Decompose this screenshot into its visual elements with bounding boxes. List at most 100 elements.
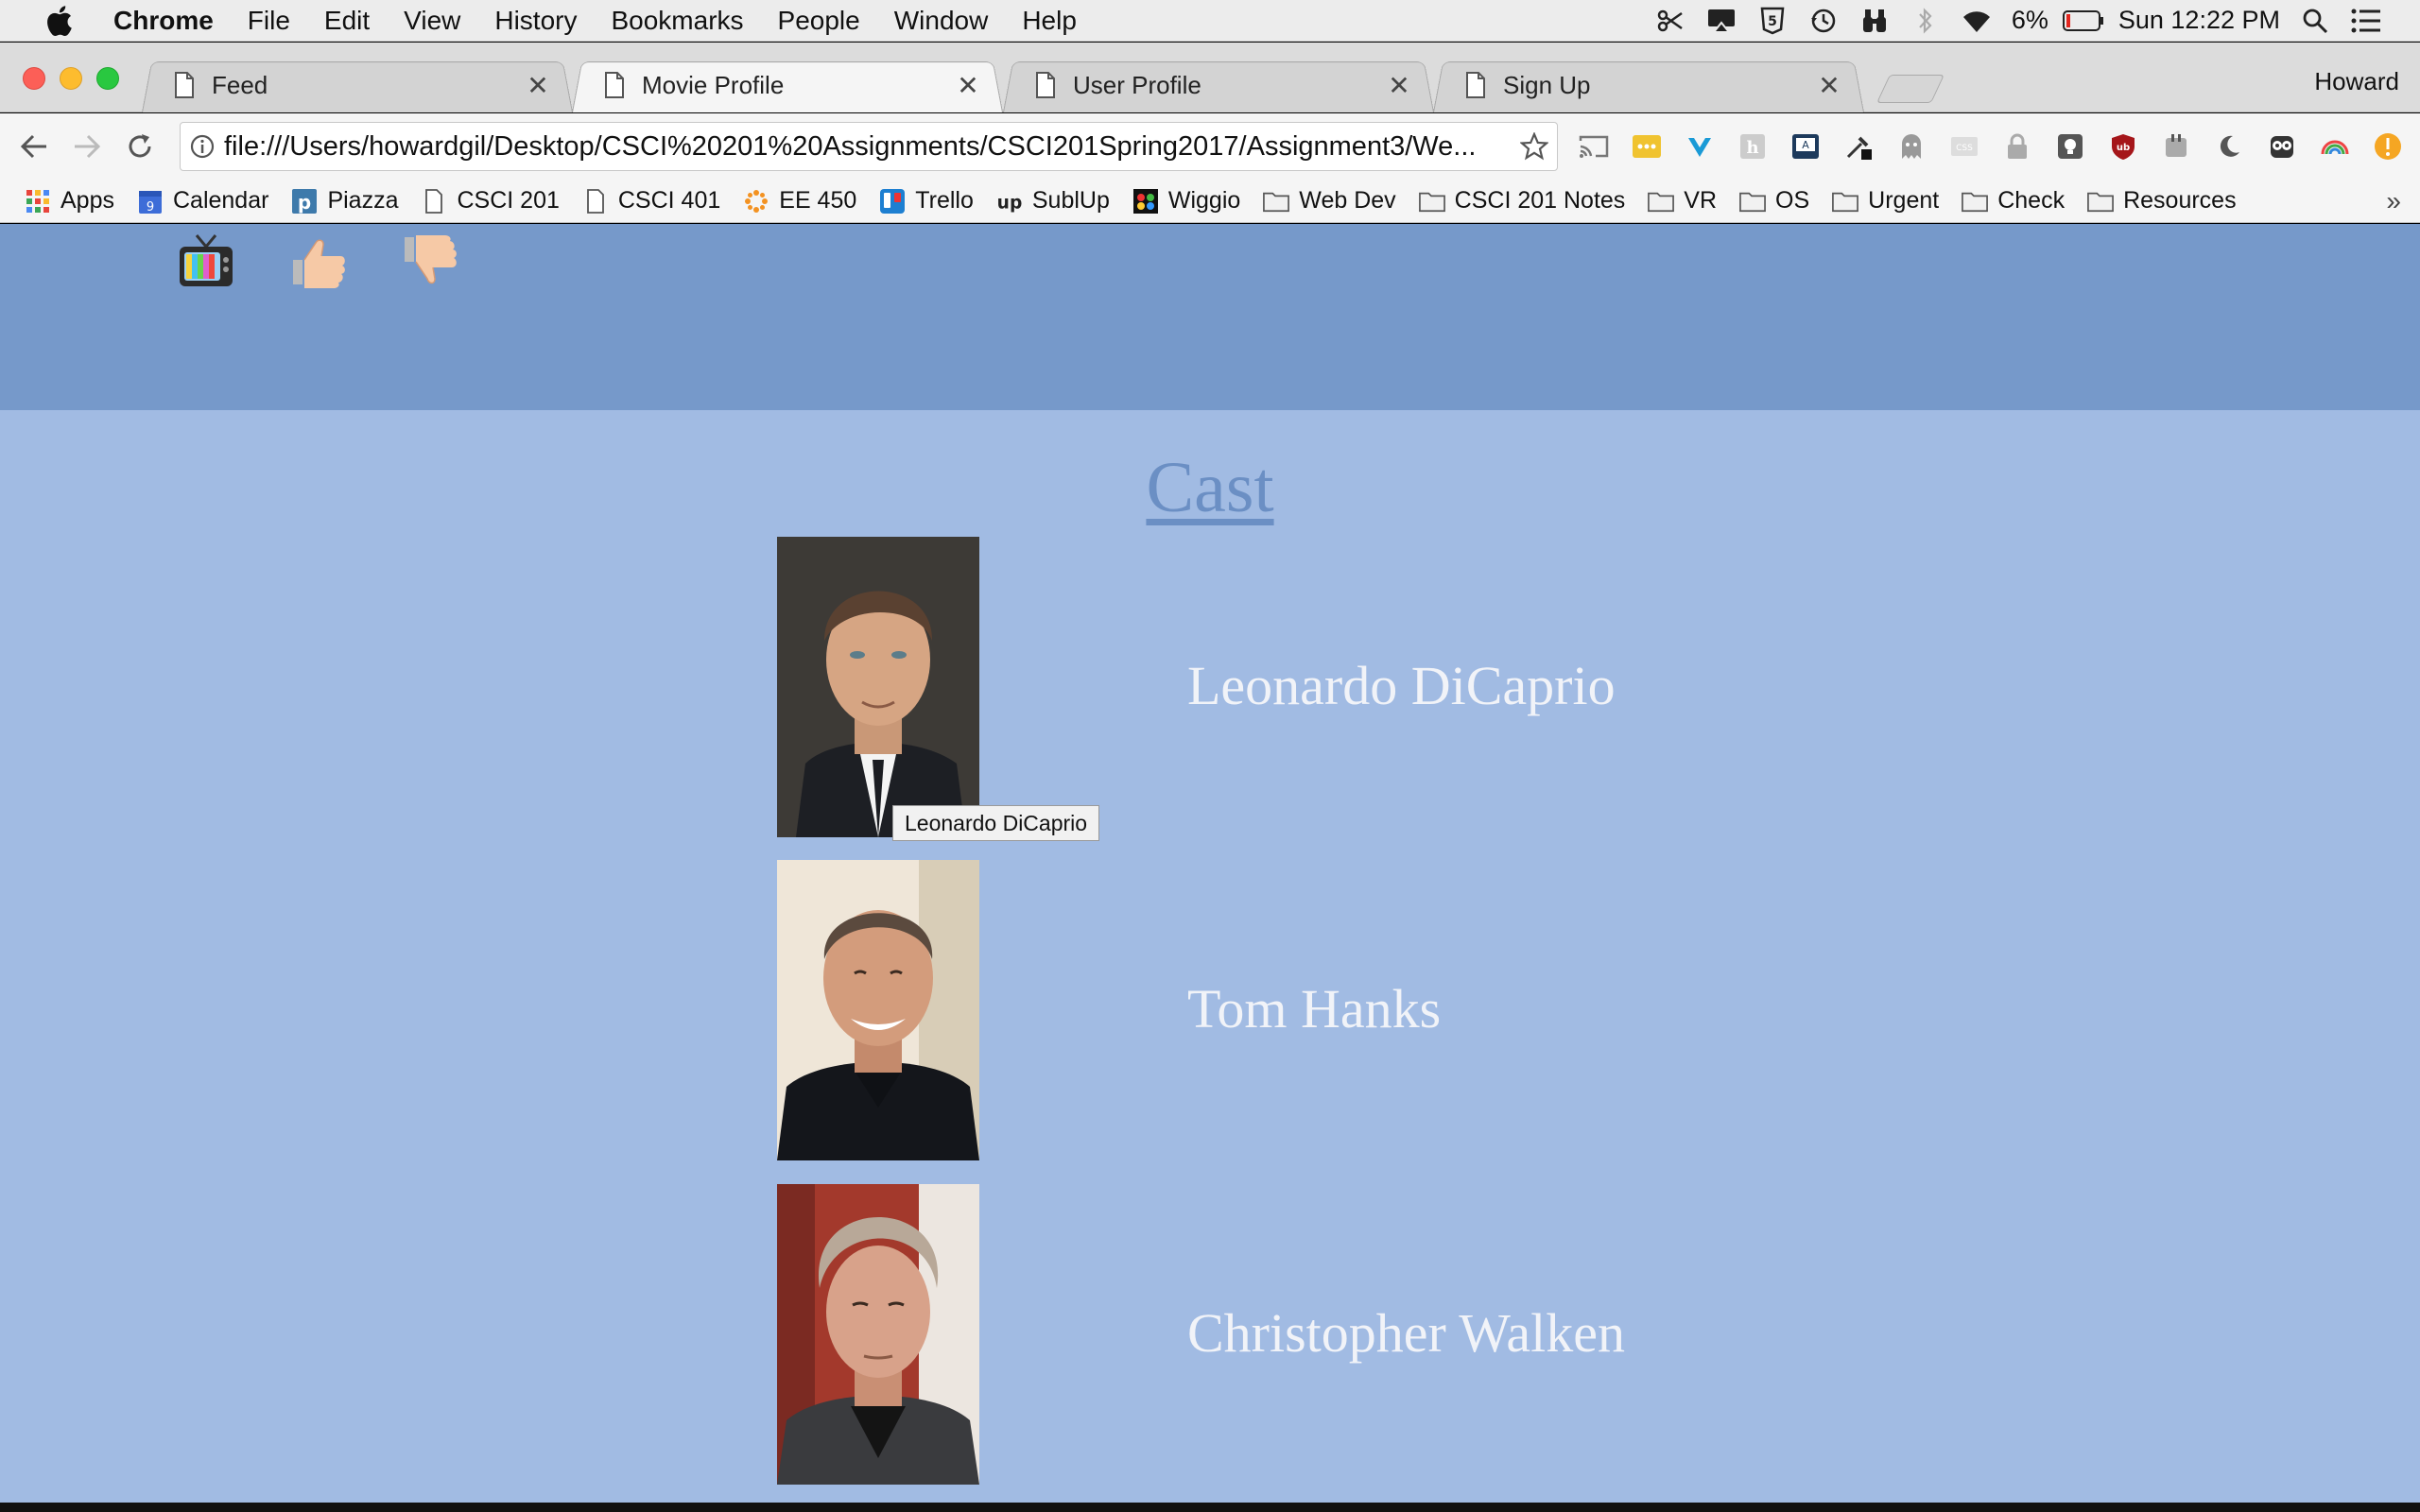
cast-photo-christopher-walken[interactable] bbox=[777, 1184, 979, 1485]
menu-window[interactable]: Window bbox=[877, 6, 1006, 36]
bookmark-sublup[interactable]: up SublUp bbox=[985, 182, 1121, 220]
eyedropper-icon[interactable] bbox=[1832, 120, 1885, 173]
bookmark-trello[interactable]: Trello bbox=[868, 182, 985, 220]
bookmark-star-icon[interactable] bbox=[1512, 132, 1557, 161]
close-icon[interactable]: ✕ bbox=[1385, 71, 1413, 100]
page-icon bbox=[174, 72, 195, 98]
bookmark-folder-os[interactable]: OS bbox=[1728, 182, 1821, 220]
bookmark-calendar[interactable]: 9 Calendar bbox=[126, 182, 280, 220]
lock-icon[interactable] bbox=[1991, 120, 2044, 173]
tab-movie-profile[interactable]: Movie Profile ✕ bbox=[572, 58, 1003, 112]
wifi-icon[interactable] bbox=[1951, 0, 2002, 42]
airplay-display-icon[interactable] bbox=[1696, 0, 1747, 42]
bookmark-label: OS bbox=[1775, 187, 1810, 214]
forward-button[interactable] bbox=[60, 120, 113, 173]
bookmark-piazza[interactable]: p Piazza bbox=[280, 182, 409, 220]
plug-icon[interactable] bbox=[2150, 120, 2203, 173]
screen-capture-icon[interactable]: A bbox=[1779, 120, 1832, 173]
calendar-icon: 9 bbox=[137, 188, 164, 215]
lastpass-icon[interactable] bbox=[1620, 120, 1673, 173]
tv-icon[interactable] bbox=[176, 232, 236, 292]
bookmark-folder-web-dev[interactable]: Web Dev bbox=[1252, 182, 1407, 220]
cast-name: Tom Hanks bbox=[1187, 978, 1442, 1040]
vimeo-extension-icon[interactable] bbox=[1673, 120, 1726, 173]
new-tab-button[interactable] bbox=[1876, 75, 1945, 103]
cast-photo-tom-hanks[interactable] bbox=[777, 860, 979, 1160]
bookmark-folder-csci-201-notes[interactable]: CSCI 201 Notes bbox=[1408, 182, 1637, 220]
owl-icon[interactable] bbox=[2256, 120, 2308, 173]
info-icon[interactable] bbox=[181, 134, 224, 159]
cast-photo-leonardo-dicaprio[interactable] bbox=[777, 537, 979, 837]
tab-title: Feed bbox=[212, 70, 268, 99]
bookmark-folder-urgent[interactable]: Urgent bbox=[1821, 182, 1950, 220]
scissors-icon[interactable] bbox=[1645, 0, 1696, 42]
bookmark-folder-resources[interactable]: Resources bbox=[2076, 182, 2248, 220]
bookmark-label: Piazza bbox=[327, 187, 399, 214]
bookmark-folder-vr[interactable]: VR bbox=[1636, 182, 1728, 220]
battery-icon[interactable] bbox=[2058, 0, 2109, 42]
minimize-window-button[interactable] bbox=[60, 67, 82, 90]
bluetooth-icon[interactable] bbox=[1900, 0, 1951, 42]
bookmark-ee-450[interactable]: EE 450 bbox=[732, 182, 868, 220]
html5-shield-icon[interactable]: 5 bbox=[1747, 0, 1798, 42]
page-icon bbox=[1035, 72, 1056, 98]
cast-heading[interactable]: Cast bbox=[0, 447, 2420, 529]
bookmarks-overflow-chevron-icon[interactable]: » bbox=[2386, 186, 2401, 216]
window-bottom-edge bbox=[0, 1503, 2420, 1512]
zoom-window-button[interactable] bbox=[96, 67, 119, 90]
bookmark-csci-401[interactable]: CSCI 401 bbox=[571, 182, 732, 220]
ublock-icon[interactable]: ub bbox=[2097, 120, 2150, 173]
folder-icon bbox=[1418, 188, 1445, 215]
binoculars-icon[interactable] bbox=[1849, 0, 1900, 42]
menu-edit[interactable]: Edit bbox=[307, 6, 387, 36]
time-machine-icon[interactable] bbox=[1798, 0, 1849, 42]
menu-people[interactable]: People bbox=[761, 6, 877, 36]
url-text[interactable]: file:///Users/howardgil/Desktop/CSCI%202… bbox=[224, 131, 1512, 163]
bookmark-wiggio[interactable]: Wiggio bbox=[1121, 182, 1252, 220]
close-icon[interactable]: ✕ bbox=[1815, 71, 1843, 100]
thumbs-down-icon[interactable] bbox=[401, 232, 461, 292]
lightbulb-icon[interactable] bbox=[2044, 120, 2097, 173]
hn-extension-icon[interactable]: h bbox=[1726, 120, 1779, 173]
close-icon[interactable]: ✕ bbox=[524, 71, 552, 100]
folder-icon bbox=[2087, 188, 2114, 215]
menu-clock[interactable]: Sun 12:22 PM bbox=[2109, 6, 2290, 35]
bookmark-label: Check bbox=[1997, 187, 2066, 214]
folder-icon bbox=[1832, 188, 1859, 215]
tab-user-profile[interactable]: User Profile ✕ bbox=[1003, 58, 1434, 112]
css-viewer-icon[interactable]: CSS bbox=[1938, 120, 1991, 173]
bookmark-label: Apps bbox=[60, 187, 114, 214]
spotlight-search-icon[interactable] bbox=[2290, 0, 2341, 42]
menu-view[interactable]: View bbox=[387, 6, 477, 36]
address-bar[interactable]: file:///Users/howardgil/Desktop/CSCI%202… bbox=[180, 122, 1558, 171]
cast-icon[interactable] bbox=[1567, 120, 1620, 173]
rainbow-arc-icon[interactable] bbox=[2308, 120, 2361, 173]
menu-bookmarks[interactable]: Bookmarks bbox=[594, 6, 760, 36]
dark-mode-moon-icon[interactable] bbox=[2203, 120, 2256, 173]
ee450-icon bbox=[743, 188, 769, 215]
notification-center-icon[interactable] bbox=[2341, 0, 2392, 42]
thumbs-up-icon[interactable] bbox=[289, 232, 350, 292]
bookmark-folder-check[interactable]: Check bbox=[1950, 182, 2076, 220]
menu-file[interactable]: File bbox=[231, 6, 307, 36]
ghostery-icon[interactable] bbox=[1885, 120, 1938, 173]
apple-menu-icon[interactable] bbox=[38, 5, 79, 37]
menu-history[interactable]: History bbox=[477, 6, 594, 36]
bookmark-csci-201[interactable]: CSCI 201 bbox=[409, 182, 570, 220]
warning-alert-icon[interactable] bbox=[2361, 120, 2414, 173]
back-button[interactable] bbox=[8, 120, 60, 173]
bookmarks-bar: Apps 9 Calendar p Piazza CSCI 201 CSCI 4… bbox=[0, 180, 2420, 223]
folder-icon bbox=[1962, 188, 1989, 215]
tab-title: User Profile bbox=[1073, 70, 1201, 99]
close-window-button[interactable] bbox=[23, 67, 45, 90]
page-icon bbox=[421, 188, 447, 215]
tab-sign-up[interactable]: Sign Up ✕ bbox=[1433, 58, 1864, 112]
reload-button[interactable] bbox=[113, 120, 166, 173]
close-icon[interactable]: ✕ bbox=[954, 71, 982, 100]
svg-text:9: 9 bbox=[147, 200, 154, 215]
menu-app-name[interactable]: Chrome bbox=[108, 6, 231, 36]
menu-help[interactable]: Help bbox=[1005, 6, 1094, 36]
tab-feed[interactable]: Feed ✕ bbox=[142, 58, 573, 112]
bookmark-apps[interactable]: Apps bbox=[13, 182, 126, 220]
profile-name[interactable]: Howard bbox=[2314, 67, 2399, 96]
